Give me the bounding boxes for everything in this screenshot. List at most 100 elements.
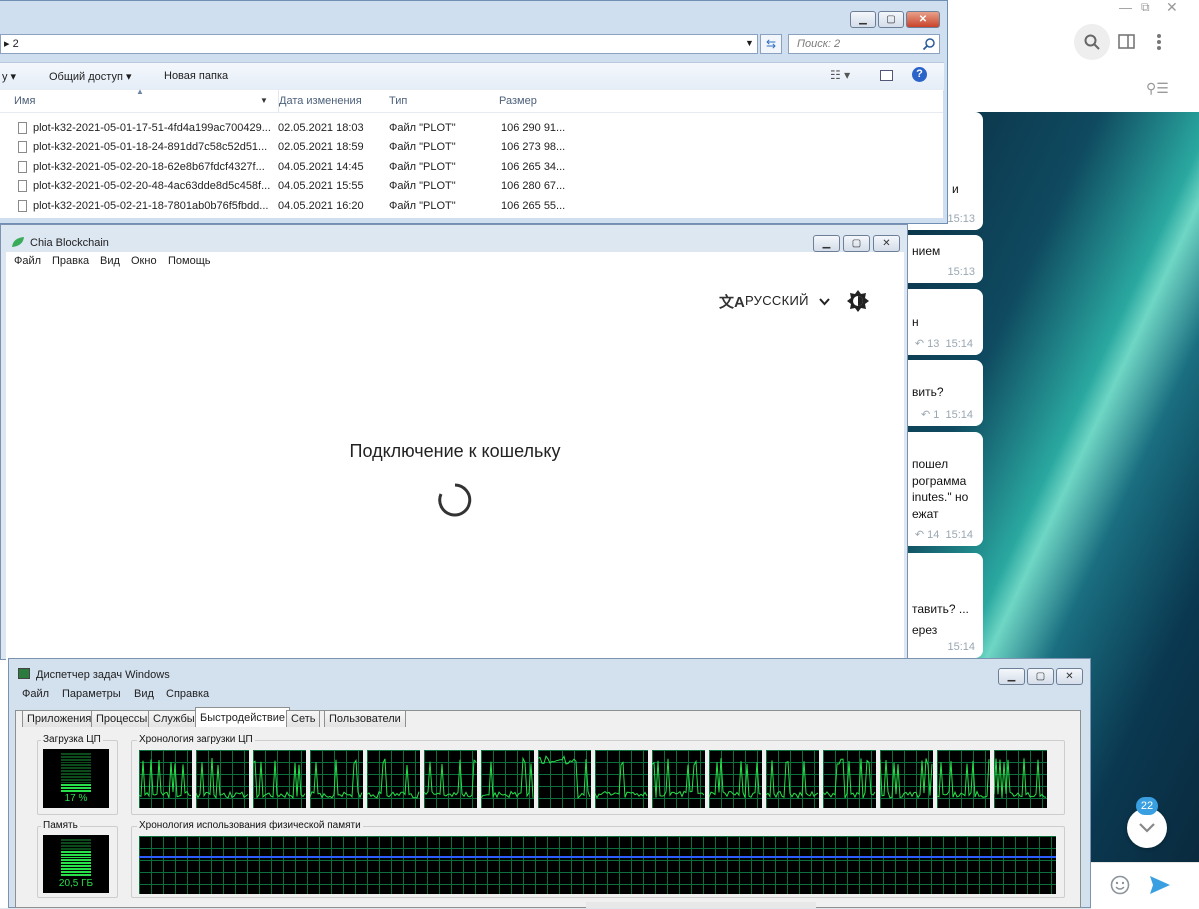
- window-title: Chia Blockchain: [30, 237, 109, 249]
- menu-view[interactable]: Вид: [100, 255, 120, 267]
- language-selector[interactable]: 文A РУССКИЙ: [719, 290, 831, 312]
- cpu-core-graph: [766, 750, 819, 808]
- file-row[interactable]: plot-k32-2021-05-01-18-24-891dd7c58c52d5…: [14, 137, 574, 157]
- tab-performance[interactable]: Быстродействие: [195, 707, 290, 727]
- column-label: Дата изменения: [279, 95, 362, 107]
- close-button[interactable]: ✕: [906, 11, 940, 28]
- telegram-titlebar: — ⧉ ✕: [948, 0, 1199, 18]
- address-bar[interactable]: ▸ 2 ▼: [0, 34, 758, 54]
- file-icon: [18, 161, 27, 173]
- message-bubble[interactable]: тавить? ... ерез 15:14: [908, 553, 983, 658]
- minimize-button[interactable]: ▁: [850, 11, 876, 28]
- message-time: 15:14: [947, 641, 975, 653]
- message-bubble[interactable]: вить? ↶ 1 15:14: [908, 360, 983, 426]
- window-title: Диспетчер задач Windows: [36, 669, 170, 681]
- emoji-icon[interactable]: [1110, 875, 1130, 895]
- header-divider: [0, 112, 943, 113]
- minimize-icon[interactable]: —: [1119, 0, 1132, 15]
- meter-segment: [61, 847, 91, 850]
- column-name[interactable]: Имя: [14, 90, 274, 112]
- file-row[interactable]: plot-k32-2021-05-02-20-18-62e8b67fdcf432…: [14, 157, 574, 177]
- menu-view[interactable]: Вид: [134, 688, 154, 700]
- meter-segment: [61, 841, 91, 844]
- message-text: пошел рограмма inutes." но ежат: [912, 457, 969, 521]
- more-menu-icon[interactable]: [1156, 33, 1162, 51]
- tab-services[interactable]: Службы: [148, 710, 200, 727]
- cpu-core-line: [196, 757, 249, 800]
- maximize-button[interactable]: ▢: [1027, 668, 1054, 685]
- search-button[interactable]: [1074, 24, 1110, 60]
- memory-usage-line: [139, 856, 1056, 858]
- cpu-core-graph: [823, 750, 876, 808]
- meter-segment: [61, 874, 91, 876]
- file-row[interactable]: plot-k32-2021-05-02-21-18-7801ab0b76f5fb…: [14, 196, 574, 216]
- dropdown-icon[interactable]: ▼: [745, 38, 754, 48]
- theme-toggle-icon[interactable]: [847, 290, 869, 312]
- meter-segment: [61, 775, 91, 778]
- column-size[interactable]: Размер: [499, 90, 569, 112]
- cpu-core-line: [481, 756, 534, 799]
- menu-file[interactable]: Файл: [22, 688, 49, 700]
- search-icon: [1084, 34, 1100, 50]
- column-date[interactable]: Дата изменения: [278, 90, 383, 112]
- memory-label: Память: [41, 820, 80, 831]
- menu-options[interactable]: Параметры: [62, 688, 121, 700]
- search-input[interactable]: Поиск: 2: [788, 34, 940, 54]
- meter-segment: [61, 853, 91, 856]
- meter-segment: [61, 868, 91, 871]
- send-icon[interactable]: [1149, 875, 1171, 895]
- cpu-core-line: [652, 758, 705, 798]
- tab-processes[interactable]: Процессы: [91, 710, 153, 727]
- share-menu[interactable]: Общий доступ ▾: [49, 70, 131, 83]
- minimize-button[interactable]: ▁: [998, 668, 1025, 685]
- memory-history-label: Хронология использования физической памя…: [137, 820, 363, 831]
- file-row[interactable]: plot-k32-2021-05-01-17-51-4fd4a199ac7004…: [14, 118, 574, 138]
- menu-window[interactable]: Окно: [131, 255, 157, 267]
- cpu-core-line: [880, 758, 933, 799]
- message-meta: ↶ 13 15:14: [915, 337, 973, 350]
- refresh-button[interactable]: ⇆: [760, 34, 782, 54]
- meter-segment: [61, 856, 91, 859]
- meter-segment: [61, 755, 91, 758]
- pin-list-icon[interactable]: ⚲☰: [1146, 80, 1169, 97]
- language-label: РУССКИЙ: [745, 293, 809, 308]
- file-row[interactable]: plot-k32-2021-05-02-20-48-4ac63dde8d5c45…: [14, 176, 574, 196]
- file-date: 04.05.2021 14:45: [278, 161, 364, 173]
- dropdown-icon[interactable]: ▼: [260, 96, 268, 105]
- close-icon[interactable]: ✕: [1166, 0, 1178, 16]
- cpu-core-graph: [937, 750, 990, 808]
- tab-network[interactable]: Сеть: [286, 710, 321, 727]
- message-bubble[interactable]: пошел рограмма inutes." но ежат ↶ 14 15:…: [908, 432, 983, 546]
- menu-edit[interactable]: Правка: [52, 255, 89, 267]
- message-text: тавить? ... ерез: [912, 602, 969, 637]
- tab-applications[interactable]: Приложения: [22, 710, 97, 727]
- menu-help[interactable]: Помощь: [168, 255, 211, 267]
- close-button[interactable]: ✕: [1056, 668, 1083, 685]
- meter-segment: [61, 850, 91, 853]
- preview-pane-icon[interactable]: [880, 70, 893, 81]
- chat-header: [948, 18, 1199, 69]
- help-icon[interactable]: ?: [912, 67, 927, 82]
- organize-menu[interactable]: у ▾: [2, 70, 16, 83]
- reply-icon: ↶: [920, 409, 934, 421]
- file-date: 02.05.2021 18:03: [278, 122, 364, 134]
- message-time: 15:13: [947, 213, 975, 225]
- menu-help[interactable]: Справка: [166, 688, 209, 700]
- cpu-core-line: [139, 759, 192, 799]
- restore-icon[interactable]: ⧉: [1141, 0, 1150, 15]
- reply-count: 13: [927, 338, 940, 350]
- minimize-button[interactable]: ▁: [813, 235, 840, 252]
- close-button[interactable]: ✕: [873, 235, 900, 252]
- unread-badge: 22: [1136, 797, 1158, 815]
- menu-file[interactable]: Файл: [14, 255, 41, 267]
- maximize-button[interactable]: ▢: [878, 11, 904, 28]
- column-type[interactable]: Тип: [389, 90, 493, 112]
- message-bubble[interactable]: н ↶ 13 15:14: [908, 289, 983, 355]
- sidebar-toggle-icon[interactable]: [1118, 34, 1135, 49]
- message-bubble[interactable]: нием 15:13: [908, 235, 983, 283]
- maximize-button[interactable]: ▢: [843, 235, 870, 252]
- view-options-icon[interactable]: ☷ ▾: [830, 68, 850, 82]
- new-folder-button[interactable]: Новая папка: [164, 70, 228, 82]
- tab-users[interactable]: Пользователи: [324, 710, 406, 727]
- translate-icon: 文A: [719, 294, 745, 311]
